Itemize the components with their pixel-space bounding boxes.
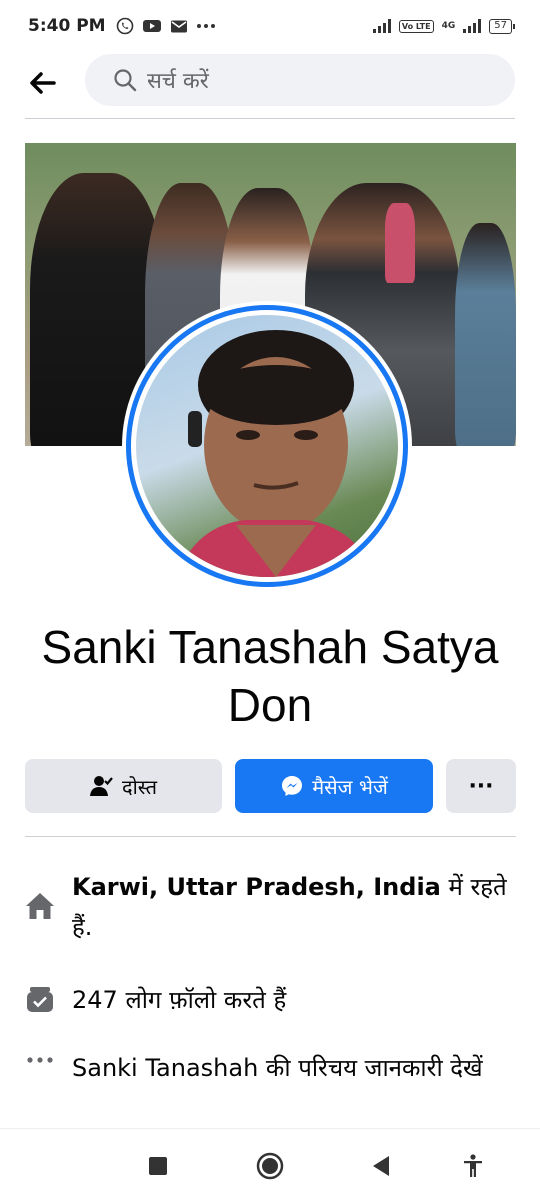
status-right: Vo LTE 4G 57 — [372, 18, 515, 34]
signal-icon — [372, 19, 391, 33]
signal-icon-2 — [463, 19, 482, 33]
network-label: 4G — [441, 21, 456, 31]
back-button[interactable] — [22, 63, 62, 103]
accessibility-button[interactable] — [458, 1151, 488, 1181]
whatsapp-icon — [116, 17, 133, 35]
info-followers: 247 लोग फ़ॉलो करते हैं — [22, 980, 522, 1020]
friends-button[interactable]: दोस्त — [25, 759, 222, 813]
more-options-button[interactable]: ··· — [446, 759, 516, 813]
home-icon-wrap — [22, 891, 58, 921]
followers-text[interactable]: 247 लोग फ़ॉलो करते हैं — [72, 980, 512, 1020]
more-options-icon: ··· — [468, 773, 494, 799]
info-about[interactable]: Sanki Tanashah की परिचय जानकारी देखें — [22, 1048, 522, 1088]
home-icon — [26, 893, 54, 919]
back-nav-button[interactable] — [366, 1151, 396, 1181]
cover-figure — [385, 203, 415, 283]
status-bar: 5:40 PM Vo LTE 4G 57 — [0, 0, 540, 52]
home-button[interactable] — [255, 1151, 285, 1181]
system-nav-bar — [0, 1128, 540, 1200]
message-label: मैसेज भेजें — [312, 774, 388, 799]
triangle-back-icon — [373, 1156, 389, 1176]
status-time: 5:40 PM — [28, 16, 106, 36]
profile-picture-border — [126, 305, 408, 587]
battery-icon: 57 — [489, 18, 515, 34]
profile-picture[interactable] — [122, 301, 412, 591]
back-arrow-icon — [30, 72, 56, 94]
friends-check-icon — [90, 776, 113, 796]
message-button[interactable]: मैसेज भेजें — [235, 759, 433, 813]
profile-name: Sanki Tanashah Satya Don — [41, 621, 499, 731]
followers-icon-wrap — [22, 984, 58, 1014]
recent-apps-button[interactable] — [143, 1151, 173, 1181]
more-info-icon — [27, 1057, 53, 1063]
about-link[interactable]: Sanki Tanashah की परिचय जानकारी देखें — [72, 1048, 512, 1088]
section-divider — [25, 836, 516, 837]
location-text: Karwi, Uttar Pradesh, India में रहते हैं… — [72, 867, 512, 947]
info-location: Karwi, Uttar Pradesh, India में रहते हैं… — [22, 867, 522, 947]
followers-icon — [27, 987, 53, 1012]
avatar-portrait — [176, 330, 376, 577]
more-info-icon-wrap — [22, 1056, 58, 1064]
search-placeholder: सर्च करें — [147, 69, 209, 94]
volte-badge: Vo LTE — [398, 19, 434, 33]
cover-figure — [455, 223, 516, 446]
notification-icons — [116, 17, 216, 35]
square-icon — [149, 1157, 167, 1175]
header-divider — [25, 118, 515, 119]
friends-label: दोस्त — [122, 774, 157, 799]
header: सर्च करें — [0, 52, 540, 114]
youtube-icon — [142, 20, 161, 32]
accessibility-icon — [464, 1154, 482, 1177]
circle-home-icon — [256, 1152, 284, 1180]
location-value[interactable]: Karwi, Uttar Pradesh, India — [72, 873, 441, 901]
profile-actions: दोस्त मैसेज भेजें ··· — [25, 759, 516, 813]
search-icon — [114, 69, 137, 92]
avatar — [136, 315, 398, 577]
mail-icon — [170, 20, 187, 32]
more-dots-icon — [196, 24, 215, 28]
search-input[interactable]: सर्च करें — [85, 54, 515, 106]
messenger-icon — [282, 776, 303, 796]
